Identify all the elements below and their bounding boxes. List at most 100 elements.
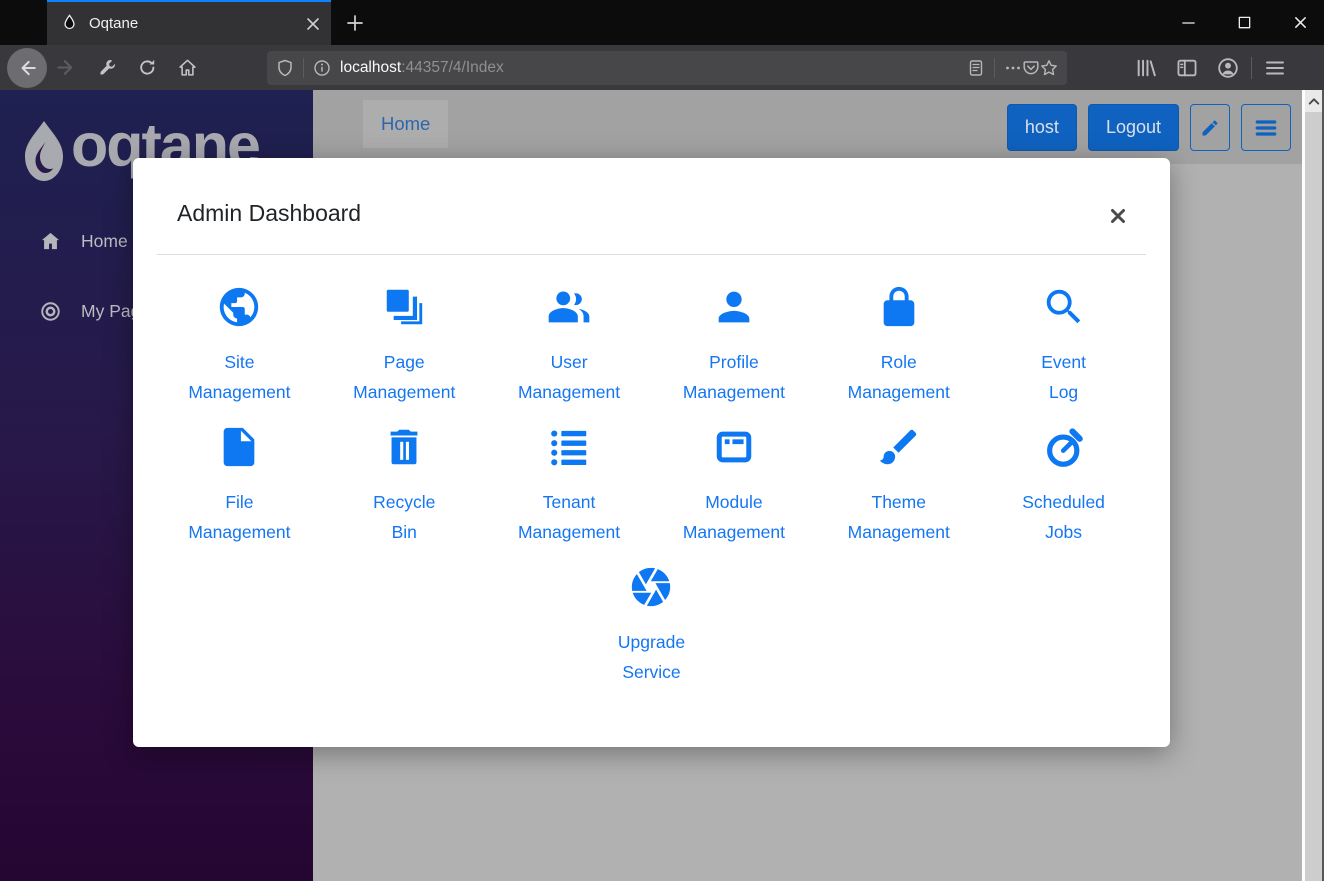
tile-label-line1: Upgrade [618, 627, 685, 657]
oqtane-favicon-drop-icon [61, 14, 78, 33]
refresh-icon[interactable] [138, 58, 157, 77]
tab-close-icon[interactable] [305, 16, 321, 32]
site-info-icon[interactable] [313, 59, 331, 77]
tab-title: Oqtane [89, 15, 305, 32]
host-button[interactable]: host [1007, 104, 1077, 151]
library-icon[interactable] [1135, 57, 1157, 79]
tile-profile-management[interactable]: Profile Management [651, 284, 816, 407]
tile-module-management[interactable]: Module Management [651, 424, 816, 547]
account-icon[interactable] [1217, 57, 1239, 79]
browser-tab-bar: Oqtane [0, 0, 1324, 45]
tile-label-line1: Page [384, 347, 425, 377]
host-button-label: host [1025, 117, 1059, 138]
sidebar-item-label: Home [81, 231, 128, 252]
tile-label-line2: Management [848, 377, 950, 407]
tile-upgrade-service[interactable]: Upgrade Service [487, 564, 817, 687]
chevron-up-icon [1308, 96, 1320, 106]
tile-label-line1: Profile [709, 347, 759, 377]
window-icon [711, 424, 757, 470]
globe-icon [216, 284, 262, 330]
tile-scheduled-jobs[interactable]: Scheduled Jobs [981, 424, 1146, 547]
tile-event-log[interactable]: Event Log [981, 284, 1146, 407]
wrench-icon[interactable] [98, 58, 117, 77]
tile-label-line1: Tenant [543, 487, 596, 517]
tile-label-line2: Log [1049, 377, 1078, 407]
lock-icon [876, 284, 922, 330]
tile-label-line2: Management [188, 517, 290, 547]
home-icon[interactable] [178, 58, 197, 77]
tile-site-management[interactable]: Site Management [157, 284, 322, 407]
tile-label-line1: User [551, 347, 588, 377]
tile-label-line2: Management [518, 517, 620, 547]
people-icon [546, 284, 592, 330]
window-minimize-icon[interactable] [1181, 15, 1196, 30]
browser-tab-oqtane[interactable]: Oqtane [47, 0, 331, 45]
tile-label-line1: Event [1041, 347, 1086, 377]
tile-theme-management[interactable]: Theme Management [816, 424, 981, 547]
tile-label-line2: Management [683, 377, 785, 407]
tile-file-management[interactable]: File Management [157, 424, 322, 547]
pages-icon [381, 284, 427, 330]
brush-icon [876, 424, 922, 470]
list-icon [546, 424, 592, 470]
header-buttons: host Logout [1007, 104, 1291, 151]
address-bar[interactable]: localhost:44357/4/Index [267, 51, 1067, 85]
tile-label-line2: Management [683, 517, 785, 547]
person-icon [711, 284, 757, 330]
back-button[interactable] [7, 48, 47, 88]
pencil-icon [1200, 118, 1220, 138]
tile-label-line1: File [225, 487, 253, 517]
tile-label-line1: Role [881, 347, 917, 377]
tile-user-management[interactable]: User Management [487, 284, 652, 407]
control-panel-button[interactable] [1241, 104, 1291, 151]
pocket-icon[interactable] [1022, 59, 1040, 77]
edit-mode-button[interactable] [1190, 104, 1230, 151]
page-content: oqtane Home My Page Home host Logout [0, 90, 1324, 881]
window-close-icon[interactable] [1293, 15, 1308, 30]
page-header-strip: Home host Logout [313, 90, 1302, 164]
shield-icon[interactable] [276, 59, 294, 77]
browser-toolbar: localhost:44357/4/Index [0, 45, 1324, 90]
timer-icon [1041, 424, 1087, 470]
tile-page-management[interactable]: Page Management [322, 284, 487, 407]
url-host: localhost [340, 59, 401, 76]
admin-dashboard-modal: Admin Dashboard Site Management Page Man… [133, 158, 1170, 747]
modal-divider [157, 254, 1146, 255]
tile-role-management[interactable]: Role Management [816, 284, 981, 407]
logout-button[interactable]: Logout [1088, 104, 1179, 151]
hamburger-icon [1254, 116, 1278, 140]
tile-label-line2: Management [518, 377, 620, 407]
modal-title: Admin Dashboard [177, 200, 1126, 227]
tile-label-line2: Service [622, 657, 680, 687]
tile-label-line1: Site [224, 347, 254, 377]
forward-button[interactable] [56, 57, 77, 78]
tile-tenant-management[interactable]: Tenant Management [487, 424, 652, 547]
admin-tiles-grid: Site Management Page Management User Man… [157, 284, 1146, 687]
new-tab-button[interactable] [341, 9, 369, 37]
home-link-label: Home [381, 113, 430, 135]
vertical-scrollbar[interactable] [1305, 90, 1324, 881]
aperture-icon [628, 564, 674, 610]
bookmark-star-icon[interactable] [1040, 59, 1058, 77]
window-controls [1181, 0, 1324, 45]
breadcrumb-home-link[interactable]: Home [363, 100, 448, 148]
sidebar-toggle-icon[interactable] [1176, 57, 1198, 79]
window-maximize-icon[interactable] [1237, 15, 1252, 30]
tile-label-line2: Management [848, 517, 950, 547]
firefox-menu-icon[interactable] [1264, 57, 1286, 79]
tile-label-line1: Recycle [373, 487, 435, 517]
tile-recycle-bin[interactable]: Recycle Bin [322, 424, 487, 547]
tile-label-line2: Bin [392, 517, 417, 547]
scrollbar-up-button[interactable] [1305, 90, 1322, 112]
reader-mode-icon[interactable] [967, 59, 985, 77]
close-icon[interactable] [1110, 208, 1126, 224]
tile-label-line1: Module [705, 487, 762, 517]
page-actions-icon[interactable] [1004, 59, 1022, 77]
toolbar-right-cluster [1135, 57, 1286, 79]
tile-label-line1: Scheduled [1022, 487, 1105, 517]
tile-label-line2: Management [353, 377, 455, 407]
oqtane-drop-icon [20, 120, 68, 182]
home-filled-icon [39, 230, 62, 253]
target-icon [39, 300, 62, 323]
toolbar-divider [1251, 57, 1252, 79]
